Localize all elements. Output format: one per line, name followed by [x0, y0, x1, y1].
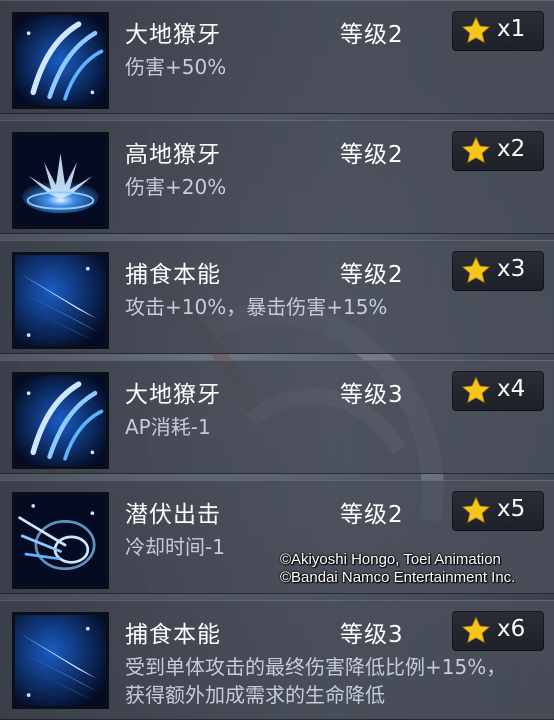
skill-row[interactable]: 大地獠牙 等级3 x4 AP消耗-1: [0, 360, 554, 474]
skill-effect: 伤害+50%: [125, 55, 227, 79]
skill-name: 大地獠牙: [125, 22, 221, 48]
copyright-notice: ©Akiyoshi Hongo, Toei Animation ©Bandai …: [280, 551, 554, 587]
skill-effect: AP消耗-1: [125, 415, 211, 439]
star-count-badge: x5: [452, 491, 544, 531]
ground-burst-icon: [12, 132, 109, 229]
triple-slash-icon: [12, 252, 109, 349]
skill-row[interactable]: 捕食本能 等级3 x6 受到单体攻击的最终伤害降低比例+15%，获得额外加成需求…: [0, 600, 554, 720]
skill-name: 捕食本能: [125, 622, 221, 648]
star-icon: [461, 496, 491, 523]
star-icon: [461, 376, 491, 403]
skill-level: 等级3: [340, 622, 404, 648]
skill-row[interactable]: 大地獠牙 等级2 x1 伤害+50%: [0, 0, 554, 114]
claw-slash-icon: [12, 372, 109, 469]
skill-row[interactable]: 捕食本能 等级2 x3 攻击+10%，暴击伤害+15%: [0, 240, 554, 354]
claw-slash-icon: [12, 12, 109, 109]
skill-row[interactable]: 高地獠牙 等级2 x2 伤害+20%: [0, 120, 554, 234]
skill-effect: 攻击+10%，暴击伤害+15%: [125, 295, 388, 319]
skill-level: 等级2: [340, 502, 404, 528]
skill-level: 等级2: [340, 142, 404, 168]
triple-slash-icon: [12, 612, 109, 709]
star-count: x4: [497, 376, 526, 402]
star-count: x3: [497, 256, 526, 282]
star-count: x6: [497, 616, 526, 642]
star-icon: [461, 16, 491, 43]
dash-ring-icon: [12, 492, 109, 589]
skill-name: 高地獠牙: [125, 142, 221, 168]
star-count: x5: [497, 496, 526, 522]
star-icon: [461, 256, 491, 283]
skill-name: 捕食本能: [125, 262, 221, 288]
star-count-badge: x3: [452, 251, 544, 291]
skill-level: 等级3: [340, 382, 404, 408]
skill-effect: 伤害+20%: [125, 175, 227, 199]
copyright-line: ©Bandai Namco Entertainment Inc.: [280, 569, 516, 586]
skill-level: 等级2: [340, 262, 404, 288]
star-count: x2: [497, 136, 526, 162]
star-count: x1: [497, 16, 526, 42]
skill-name: 潜伏出击: [125, 502, 221, 528]
skill-effect: 受到单体攻击的最终伤害降低比例+15%，获得额外加成需求的生命降低: [125, 655, 507, 707]
star-count-badge: x1: [452, 11, 544, 51]
skill-level: 等级2: [340, 22, 404, 48]
skill-name: 大地獠牙: [125, 382, 221, 408]
star-icon: [461, 616, 491, 643]
star-icon: [461, 136, 491, 163]
copyright-line: ©Akiyoshi Hongo, Toei Animation: [280, 551, 501, 568]
star-count-badge: x4: [452, 371, 544, 411]
star-count-badge: x6: [452, 611, 544, 651]
star-count-badge: x2: [452, 131, 544, 171]
